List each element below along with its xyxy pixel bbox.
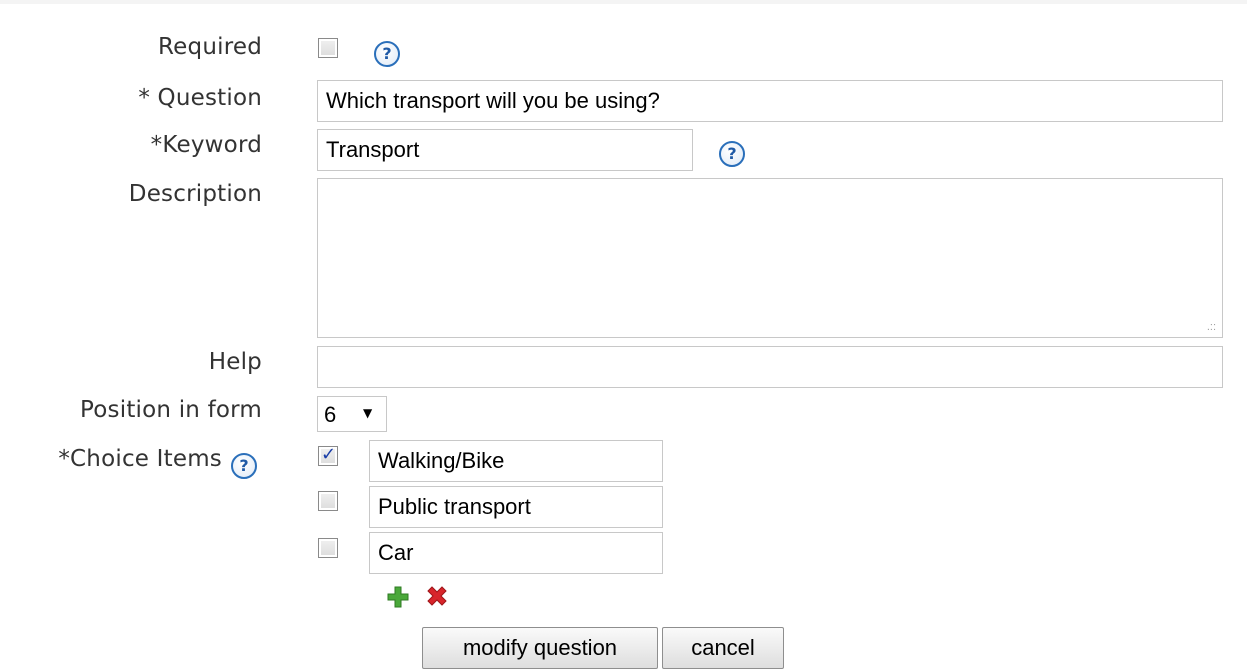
- choice-1-checkbox[interactable]: ✓: [318, 444, 338, 466]
- choice-2-checkbox[interactable]: [318, 491, 338, 511]
- cancel-button[interactable]: cancel: [662, 627, 784, 669]
- plus-icon[interactable]: [386, 585, 410, 609]
- resize-grip-icon[interactable]: .::: [1207, 322, 1216, 333]
- required-help-icon[interactable]: ?: [374, 41, 400, 67]
- help-input[interactable]: [317, 346, 1223, 388]
- required-checkbox[interactable]: [318, 38, 338, 58]
- keyword-help-icon[interactable]: ?: [719, 141, 745, 167]
- choice-items-label: *Choice Items: [58, 446, 222, 472]
- top-divider: [0, 0, 1247, 4]
- choice-2-input[interactable]: Public transport: [369, 486, 663, 528]
- check-icon: ✓: [321, 444, 337, 465]
- keyword-input[interactable]: Transport: [317, 129, 693, 171]
- choice-1-input[interactable]: Walking/Bike: [369, 440, 663, 482]
- modify-question-button[interactable]: modify question: [422, 627, 658, 669]
- chevron-down-icon: ▼: [363, 406, 373, 420]
- choice-items-help-icon[interactable]: ?: [231, 453, 257, 479]
- question-input[interactable]: Which transport will you be using?: [317, 80, 1223, 122]
- x-icon[interactable]: [425, 584, 449, 608]
- description-textarea[interactable]: .::: [317, 178, 1223, 338]
- description-label: Description: [128, 181, 262, 207]
- choice-3-input[interactable]: Car: [369, 532, 663, 574]
- position-label: Position in form: [80, 397, 262, 423]
- position-select-value: 6: [324, 402, 337, 427]
- question-label: * Question: [138, 85, 262, 111]
- keyword-label: *Keyword: [150, 132, 262, 158]
- position-select[interactable]: 6 ▼: [317, 396, 387, 432]
- help-label: Help: [208, 349, 262, 375]
- choice-3-checkbox[interactable]: [318, 538, 338, 558]
- required-label: Required: [158, 34, 262, 60]
